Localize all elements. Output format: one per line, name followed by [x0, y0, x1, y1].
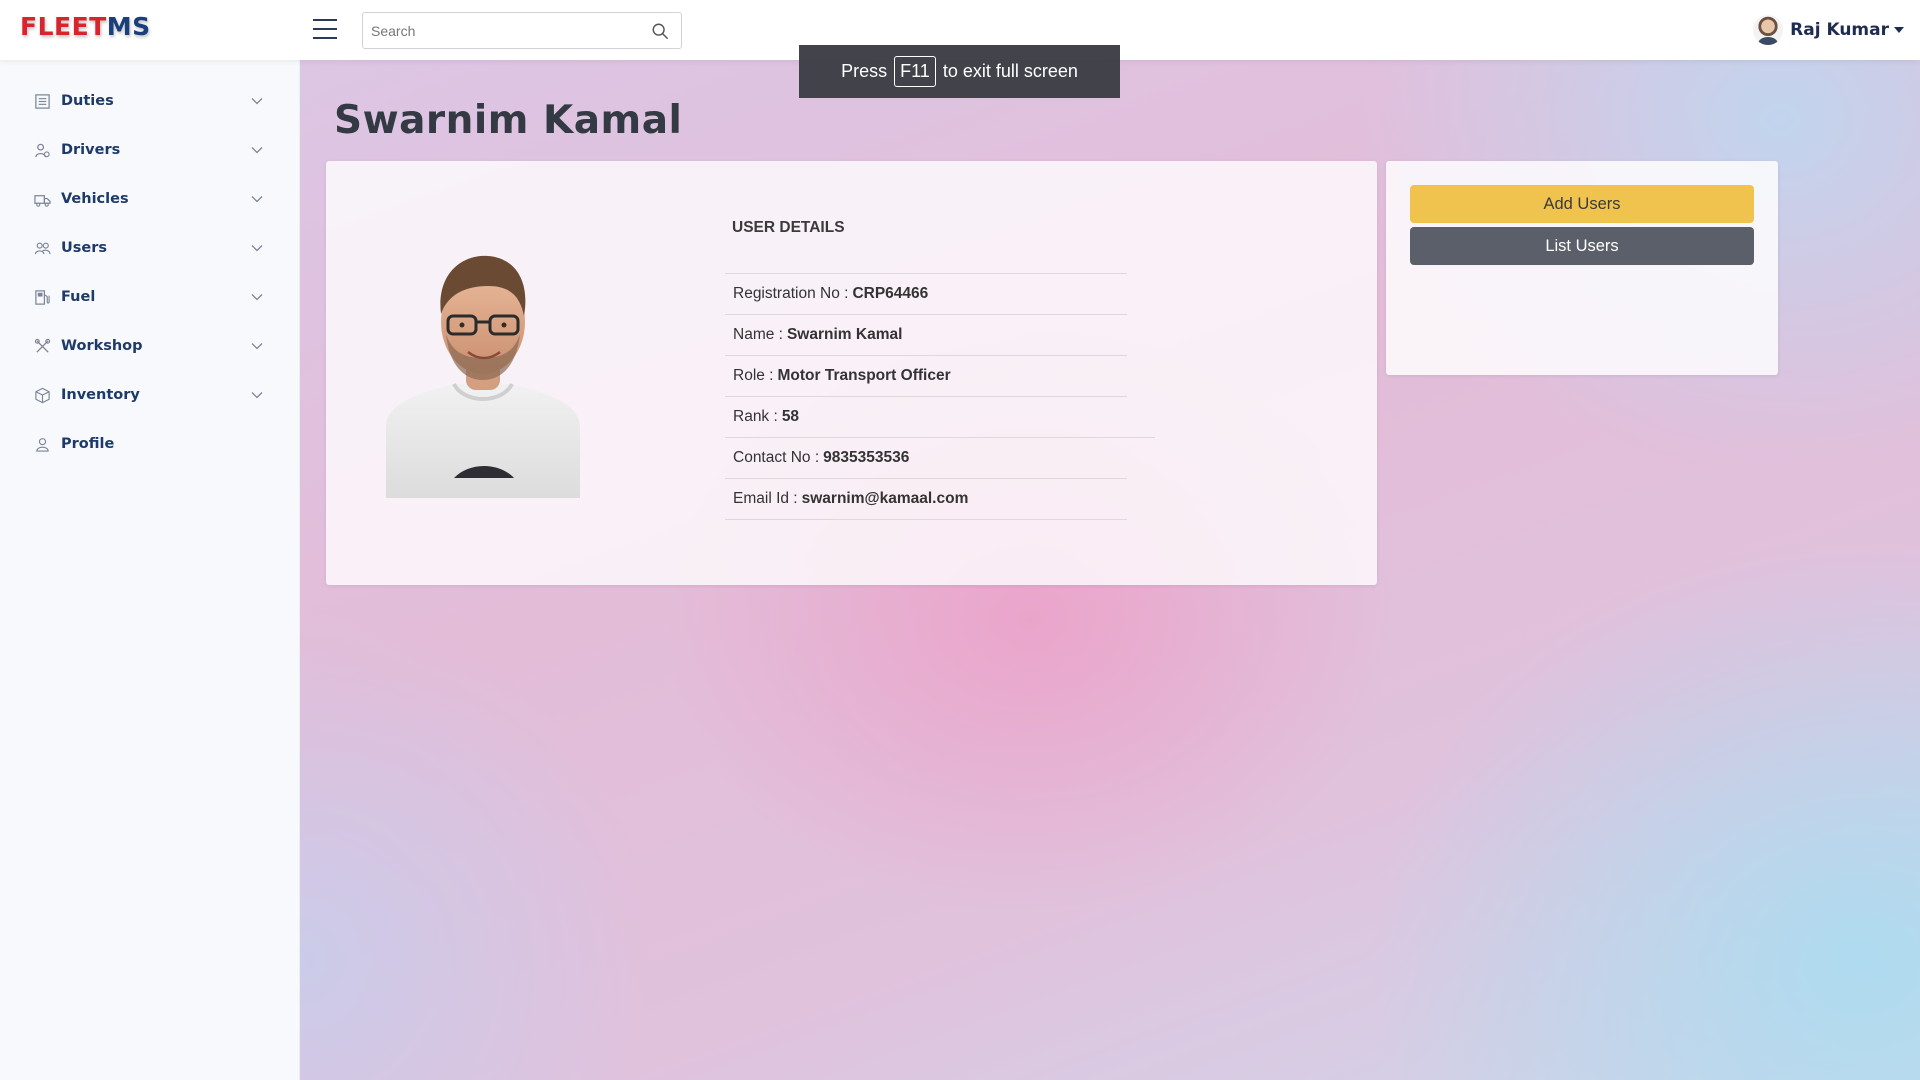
search-input[interactable] — [371, 21, 631, 41]
detail-email: Email Id : swarnim@kamaal.com — [725, 479, 1127, 520]
search-icon[interactable] — [651, 22, 669, 40]
sidebar: Duties Drivers Vehicles Users Fuel Works… — [0, 60, 300, 1080]
detail-rank: Rank : 58 — [725, 397, 1155, 438]
detail-value: swarnim@kamaal.com — [801, 490, 969, 507]
hamburger-menu-icon[interactable] — [313, 19, 337, 39]
chevron-down-icon — [251, 245, 263, 252]
sidebar-item-fuel[interactable]: Fuel — [0, 277, 300, 317]
detail-label: Role : — [733, 367, 774, 384]
sidebar-item-label: Inventory — [61, 387, 140, 403]
add-users-button[interactable]: Add Users — [1410, 185, 1754, 223]
detail-name: Name : Swarnim Kamal — [725, 315, 1127, 356]
detail-value: Swarnim Kamal — [786, 326, 903, 343]
fullscreen-notification: Press F11 to exit full screen — [799, 45, 1120, 98]
user-details-card: USER DETAILS Registration No : CRP64466 … — [326, 161, 1377, 585]
sidebar-item-vehicles[interactable]: Vehicles — [0, 179, 300, 219]
details-heading: USER DETAILS — [732, 219, 845, 236]
avatar — [1753, 15, 1784, 45]
sidebar-item-drivers[interactable]: Drivers — [0, 130, 300, 170]
sidebar-item-label: Workshop — [61, 338, 143, 354]
actions-card: Add Users List Users — [1386, 161, 1778, 375]
sidebar-item-label: Duties — [61, 93, 114, 109]
fullscreen-text-after: to exit full screen — [942, 61, 1078, 81]
box-icon — [35, 387, 50, 403]
chevron-down-icon — [251, 294, 263, 301]
sidebar-item-label: Vehicles — [61, 191, 129, 207]
sidebar-item-duties[interactable]: Duties — [0, 81, 300, 121]
fullscreen-text-before: Press — [841, 61, 888, 81]
search-box — [362, 12, 682, 49]
detail-value: CRP64466 — [852, 285, 929, 302]
details-list: Registration No : CRP64466 Name : Swarni… — [725, 273, 1155, 520]
logo-fleet: FLEET — [20, 12, 107, 41]
fuel-icon — [35, 289, 50, 305]
chevron-down-icon — [251, 98, 263, 105]
users-icon — [34, 242, 51, 254]
chevron-down-icon — [251, 196, 263, 203]
page-title: Swarnim Kamal — [334, 98, 683, 143]
user-name: Raj Kumar — [1790, 20, 1889, 40]
chevron-down-icon — [251, 392, 263, 399]
chevron-down-icon — [251, 343, 263, 350]
detail-label: Email Id : — [733, 490, 798, 507]
detail-value: 58 — [781, 408, 800, 425]
fullscreen-key: F11 — [894, 56, 936, 87]
detail-contact: Contact No : 9835353536 — [725, 438, 1127, 479]
app-logo[interactable]: FLEETMS — [20, 12, 151, 41]
sidebar-item-profile[interactable]: Profile — [0, 424, 300, 464]
list-users-button[interactable]: List Users — [1410, 227, 1754, 265]
truck-icon — [34, 194, 51, 207]
sidebar-item-label: Users — [61, 240, 108, 256]
list-icon — [35, 93, 50, 109]
detail-label: Name : — [733, 326, 783, 343]
user-photo — [386, 255, 580, 498]
detail-role: Role : Motor Transport Officer — [725, 356, 1127, 397]
logo-ms: MS — [106, 12, 151, 41]
sidebar-item-label: Profile — [61, 436, 115, 452]
detail-label: Contact No : — [733, 449, 820, 466]
detail-value: 9835353536 — [823, 449, 910, 466]
main-content: Swarnim Kamal USER DETAILS Registration … — [300, 60, 1920, 1080]
tools-icon — [34, 338, 51, 353]
driver-icon — [35, 143, 50, 157]
user-menu[interactable]: Raj Kumar — [1753, 14, 1904, 46]
sidebar-item-label: Drivers — [61, 142, 121, 158]
sidebar-item-workshop[interactable]: Workshop — [0, 326, 300, 366]
sidebar-item-label: Fuel — [61, 289, 96, 305]
detail-label: Registration No : — [733, 285, 849, 302]
detail-value: Motor Transport Officer — [777, 367, 951, 384]
caret-down-icon — [1894, 27, 1904, 33]
person-icon — [36, 437, 49, 452]
sidebar-item-users[interactable]: Users — [0, 228, 300, 268]
sidebar-item-inventory[interactable]: Inventory — [0, 375, 300, 415]
detail-registration: Registration No : CRP64466 — [725, 274, 1127, 315]
detail-label: Rank : — [733, 408, 778, 425]
chevron-down-icon — [251, 147, 263, 154]
